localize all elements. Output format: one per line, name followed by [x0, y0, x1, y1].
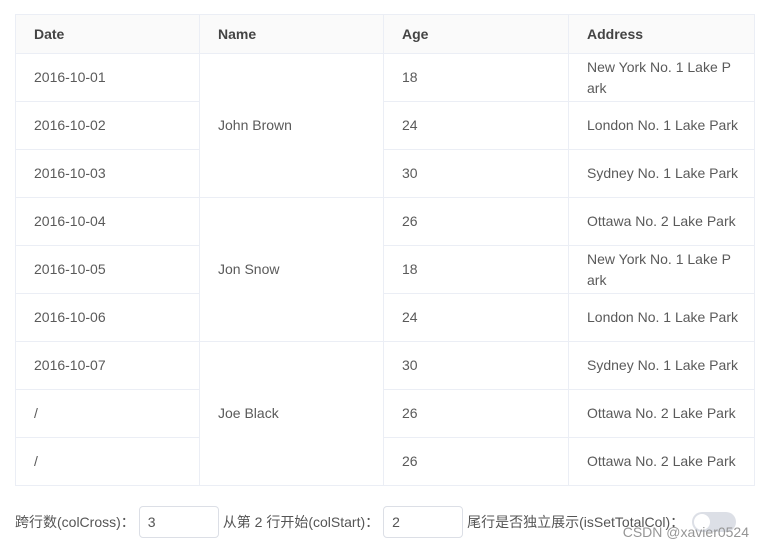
table-row: 2016-10-01 John Brown 18 New York No. 1 …: [15, 53, 755, 198]
age-cell: 26: [383, 389, 569, 438]
age-cell: 30: [383, 149, 569, 198]
table-row: / 26 Ottawa No. 2 Lake Park: [15, 437, 755, 486]
name-cell: Jon Snow: [199, 197, 384, 342]
header-date[interactable]: Date: [15, 14, 200, 54]
date-cell: 2016-10-07: [15, 341, 200, 390]
col-start-label: 从第 2 行开始(colStart)：: [222, 514, 380, 530]
header-age[interactable]: Age: [383, 14, 569, 54]
date-cell: /: [15, 437, 200, 486]
address-cell: Ottawa No. 2 Lake Park: [568, 389, 755, 438]
table-header-row: Date Name Age Address: [15, 14, 755, 54]
col-cross-label: 跨行数(colCross)：: [15, 514, 135, 530]
header-name[interactable]: Name: [199, 14, 384, 54]
age-cell: 26: [383, 197, 569, 246]
col-cross-input[interactable]: [138, 506, 219, 538]
name-cell: John Brown: [199, 53, 384, 198]
address-cell: New York No. 1 Lake Park: [568, 245, 755, 294]
date-cell: 2016-10-02: [15, 101, 200, 150]
address-cell: Sydney No. 1 Lake Park: [568, 149, 755, 198]
address-cell: Sydney No. 1 Lake Park: [568, 341, 755, 390]
table-row: 2016-10-03 30 Sydney No. 1 Lake Park: [15, 149, 755, 198]
date-cell: 2016-10-05: [15, 245, 200, 294]
csdn-watermark: CSDN @xavier0524: [622, 524, 749, 540]
age-cell: 26: [383, 437, 569, 486]
address-cell: London No. 1 Lake Park: [568, 101, 755, 150]
date-cell: 2016-10-06: [15, 293, 200, 342]
address-cell: London No. 1 Lake Park: [568, 293, 755, 342]
age-cell: 24: [383, 101, 569, 150]
address-cell: Ottawa No. 2 Lake Park: [568, 437, 755, 486]
date-cell: 2016-10-04: [15, 197, 200, 246]
date-cell: 2016-10-03: [15, 149, 200, 198]
col-start-input[interactable]: [383, 506, 464, 538]
name-cell: Joe Black: [199, 341, 384, 486]
age-cell: 18: [383, 53, 569, 102]
table-row: 2016-10-02 24 London No. 1 Lake Park: [15, 101, 755, 150]
age-cell: 18: [383, 245, 569, 294]
address-cell: Ottawa No. 2 Lake Park: [568, 197, 755, 246]
address-cell: New York No. 1 Lake Park: [568, 53, 755, 102]
table-row: / 26 Ottawa No. 2 Lake Park: [15, 389, 755, 438]
table-row: 2016-10-04 Jon Snow 26 Ottawa No. 2 Lake…: [15, 197, 755, 342]
date-cell: 2016-10-01: [15, 53, 200, 102]
age-cell: 30: [383, 341, 569, 390]
data-table-container: Date Name Age Address 2016-10-01 John Br…: [15, 14, 755, 486]
date-cell: /: [15, 389, 200, 438]
table-row: 2016-10-06 24 London No. 1 Lake Park: [15, 293, 755, 342]
data-table: Date Name Age Address 2016-10-01 John Br…: [15, 14, 755, 486]
age-cell: 24: [383, 293, 569, 342]
table-row: 2016-10-05 18 New York No. 1 Lake Park: [15, 245, 755, 294]
table-row: 2016-10-07 Joe Black 30 Sydney No. 1 Lak…: [15, 341, 755, 486]
header-address[interactable]: Address: [568, 14, 755, 54]
